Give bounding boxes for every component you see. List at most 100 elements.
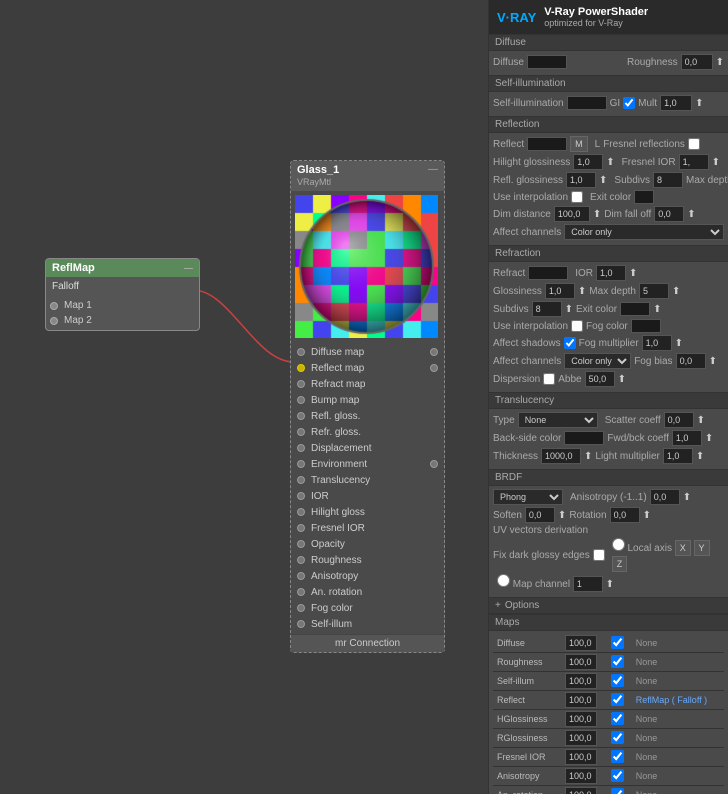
slot-self-illum[interactable]: Self-illum	[291, 616, 444, 632]
refract-interp-check[interactable]	[571, 320, 583, 332]
slot-anisotropy[interactable]: Anisotropy	[291, 568, 444, 584]
slot-fresnel-ior[interactable]: Fresnel IOR	[291, 520, 444, 536]
map-check-7[interactable]	[611, 769, 624, 782]
slot-environment[interactable]: Environment	[291, 456, 444, 472]
panel-header: V·RAY V-Ray PowerShader optimized for V-…	[489, 0, 728, 35]
map-value-2[interactable]	[565, 673, 597, 689]
fog-color-swatch[interactable]	[631, 319, 661, 333]
fog-bias-input[interactable]	[676, 353, 706, 369]
hilight-gloss-input[interactable]	[573, 154, 603, 170]
glass-preview	[295, 195, 438, 338]
dispersion-check[interactable]	[543, 373, 555, 385]
slot-ior[interactable]: IOR	[291, 488, 444, 504]
dim-dist-input[interactable]	[554, 206, 590, 222]
map-value-5[interactable]	[565, 730, 597, 746]
vray-logo: V·RAY	[497, 10, 536, 25]
use-interp-check[interactable]	[571, 191, 583, 203]
reflmap-node[interactable]: ReflMap — Falloff Map 1 Map 2	[45, 258, 200, 331]
reflect-swatch[interactable]	[527, 137, 567, 151]
brdf-type-select[interactable]: Phong	[493, 489, 563, 505]
glass-node-header: Glass_1 VRayMtl —	[291, 161, 444, 191]
refract-gloss-input[interactable]	[545, 283, 575, 299]
map-check-3[interactable]	[611, 693, 624, 706]
map-check-8[interactable]	[611, 788, 624, 794]
slot-roughness[interactable]: Roughness	[291, 552, 444, 568]
refract-subdivs-input[interactable]	[532, 301, 562, 317]
reflection-title: Reflection	[489, 117, 728, 133]
refract-affect-channels[interactable]: Color only	[564, 353, 631, 369]
reflmap-slot-map2[interactable]: Map 2	[46, 313, 199, 328]
dim-falloff-input[interactable]	[654, 206, 684, 222]
rotation-input[interactable]	[610, 507, 640, 523]
fwd-back-input[interactable]	[672, 430, 702, 446]
affect-shadows-check[interactable]	[564, 337, 576, 349]
self-illum-swatch[interactable]	[567, 96, 607, 110]
map-channel-radio[interactable]	[497, 574, 510, 587]
abbe-input[interactable]	[585, 371, 615, 387]
map-check-1[interactable]	[611, 655, 624, 668]
fresnel-refl-check[interactable]	[688, 138, 700, 150]
anisotropy-input[interactable]	[650, 489, 680, 505]
fog-mult-input[interactable]	[642, 335, 672, 351]
slot-reflect-map[interactable]: Reflect map	[291, 360, 444, 376]
slot-refr-gloss[interactable]: Refr. gloss.	[291, 424, 444, 440]
fix-dark-check[interactable]	[593, 549, 605, 561]
map-check-6[interactable]	[611, 750, 624, 763]
light-mult-input[interactable]	[663, 448, 693, 464]
fresnel-ior-input[interactable]	[679, 154, 709, 170]
map-value-0[interactable]	[565, 635, 597, 651]
map-value-4[interactable]	[565, 711, 597, 727]
mr-connection-bar[interactable]: mr Connection	[291, 634, 444, 652]
y-axis-btn[interactable]: Y	[694, 540, 710, 556]
map-value-8[interactable]	[565, 787, 597, 794]
slot-fog-color[interactable]: Fog color	[291, 600, 444, 616]
slot-displacement[interactable]: Displacement	[291, 440, 444, 456]
reflmap-subtitle: Falloff	[46, 277, 199, 296]
back-side-swatch[interactable]	[564, 431, 604, 445]
refl-gloss-input[interactable]	[566, 172, 596, 188]
reflmap-slot-map1[interactable]: Map 1	[46, 298, 199, 313]
slot-bump-map[interactable]: Bump map	[291, 392, 444, 408]
map-value-7[interactable]	[565, 768, 597, 784]
slot-hilight-gloss[interactable]: Hilight gloss	[291, 504, 444, 520]
slot-diffuse-map[interactable]: Diffuse map	[291, 344, 444, 360]
refract-ior-input[interactable]	[596, 265, 626, 281]
map-row-7: Anisotropy None	[493, 767, 724, 786]
right-panel: V·RAY V-Ray PowerShader optimized for V-…	[488, 0, 728, 794]
options-expand-icon[interactable]: +	[495, 600, 501, 611]
exit-color-swatch[interactable]	[634, 190, 654, 204]
map-value-3[interactable]	[565, 692, 597, 708]
slot-dot-an-rotation	[297, 588, 305, 596]
diffuse-color-swatch[interactable]	[527, 55, 567, 69]
slot-an-rotation[interactable]: An. rotation	[291, 584, 444, 600]
map-check-2[interactable]	[611, 674, 624, 687]
local-axis-radio[interactable]	[612, 538, 625, 551]
map-check-4[interactable]	[611, 712, 624, 725]
slot-refl-gloss[interactable]: Refl. gloss.	[291, 408, 444, 424]
slot-opacity[interactable]: Opacity	[291, 536, 444, 552]
map-channel-input[interactable]	[573, 576, 603, 592]
x-axis-btn[interactable]: X	[675, 540, 691, 556]
slot-refract-map[interactable]: Refract map	[291, 376, 444, 392]
map-value-1[interactable]	[565, 654, 597, 670]
z-axis-btn[interactable]: Z	[612, 556, 628, 572]
reflect-m-btn[interactable]: M	[570, 136, 588, 152]
map-check-0[interactable]	[611, 636, 624, 649]
map-value-6[interactable]	[565, 749, 597, 765]
glass-node[interactable]: Glass_1 VRayMtl — Diffuse map Reflect ma…	[290, 160, 445, 653]
gi-checkbox[interactable]	[623, 97, 635, 109]
refract-maxdepth-input[interactable]	[639, 283, 669, 299]
map-check-5[interactable]	[611, 731, 624, 744]
refract-swatch[interactable]	[528, 266, 568, 280]
soften-input[interactable]	[525, 507, 555, 523]
thickness-input[interactable]	[541, 448, 581, 464]
slot-translucency[interactable]: Translucency	[291, 472, 444, 488]
diffuse-row: Diffuse Roughness ⬆	[493, 54, 724, 70]
diffuse-roughness-input[interactable]	[681, 54, 713, 70]
scatter-coeff-input[interactable]	[664, 412, 694, 428]
translucency-type-select[interactable]: None	[518, 412, 598, 428]
affect-channels-select[interactable]: Color only	[564, 224, 724, 240]
refl-subdivs-input[interactable]	[653, 172, 683, 188]
self-illum-mult-input[interactable]	[660, 95, 692, 111]
refract-exit-swatch[interactable]	[620, 302, 650, 316]
